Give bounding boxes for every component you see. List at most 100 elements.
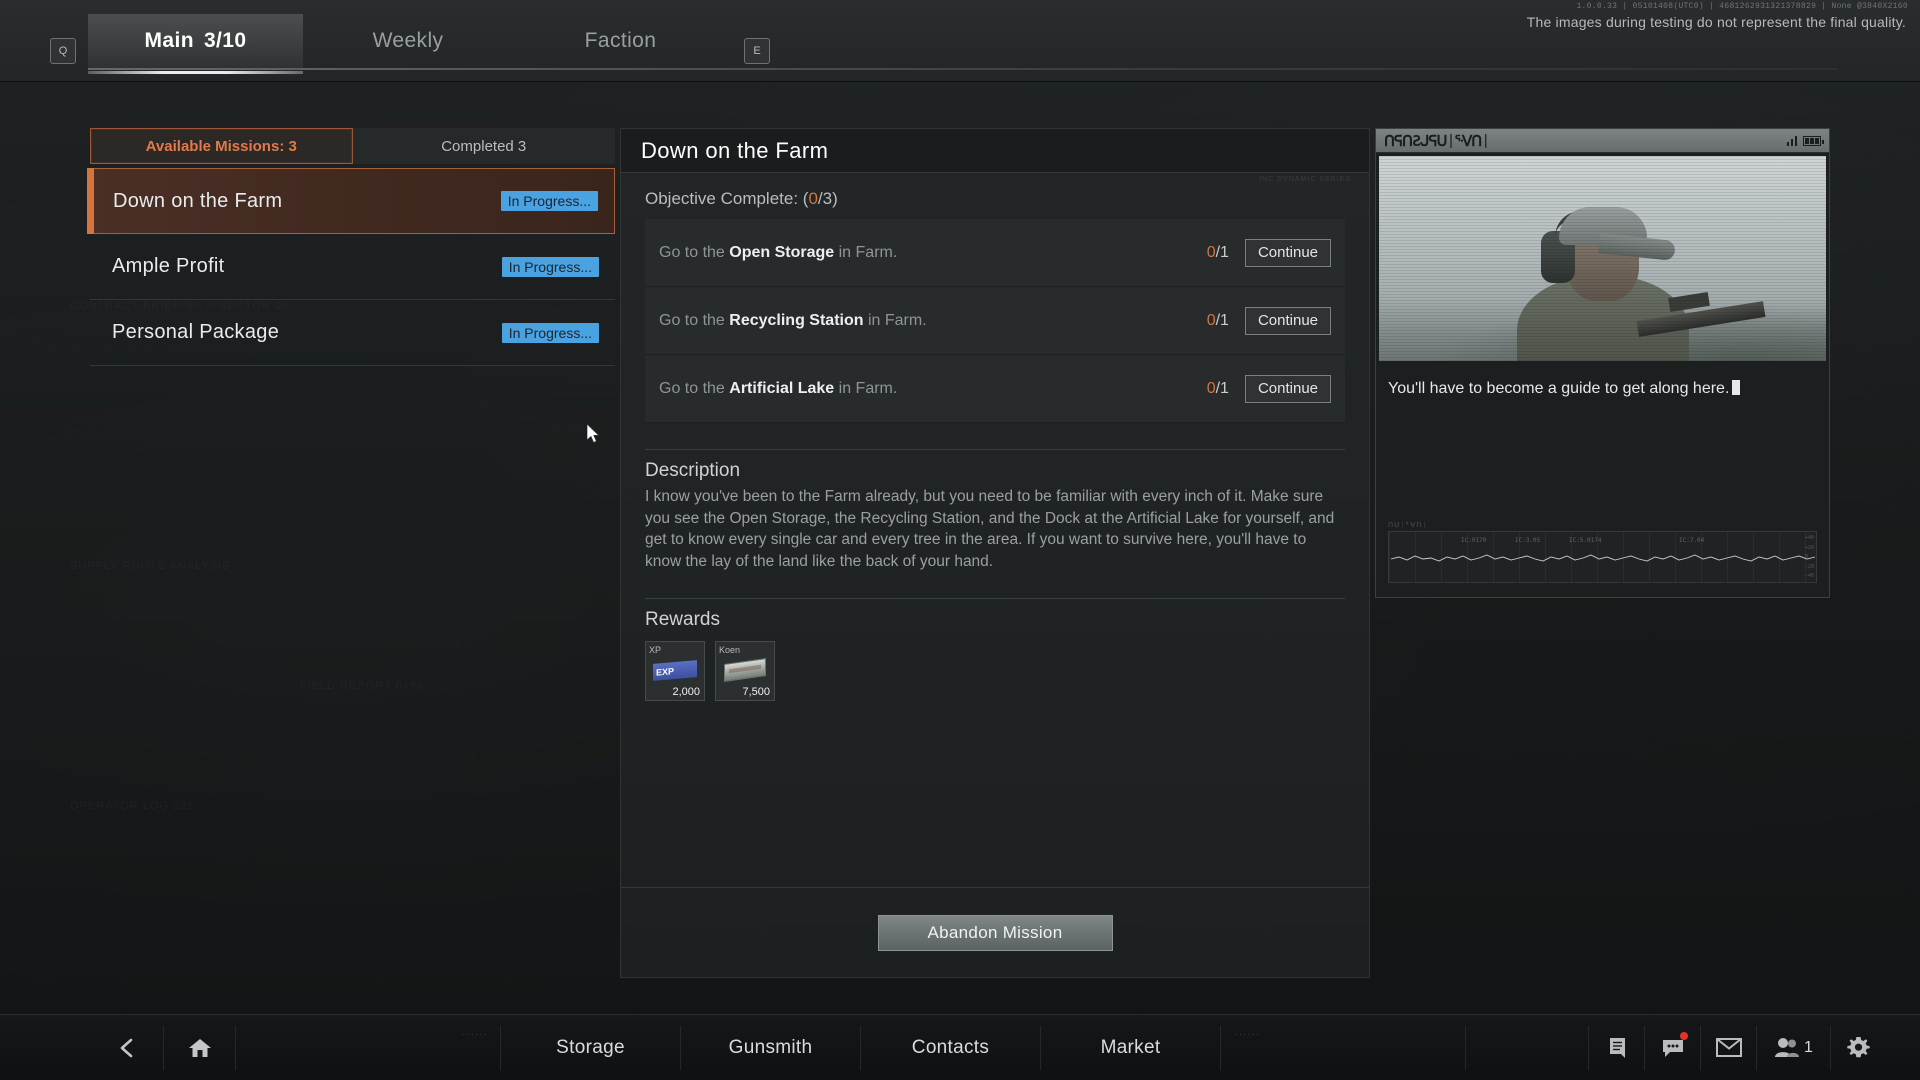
friends-button[interactable]: 1 (1756, 1026, 1830, 1070)
waveform-y-tick: +20 (1805, 545, 1814, 551)
reward-label: XP (649, 645, 701, 655)
section-divider (645, 449, 1345, 450)
objective-suffix: in Farm. (834, 244, 897, 261)
status-badge: In Progress... (502, 257, 599, 277)
mission-name: Down on the Farm (113, 190, 282, 213)
waveform-trace (1389, 532, 1820, 582)
tab-weekly-label: Weekly (373, 29, 444, 53)
mission-detail-body: Objective Complete: (0/3) Go to the Open… (621, 173, 1369, 701)
tab-main-label: Main (145, 29, 194, 53)
bottom-nav-storage[interactable]: Storage (501, 1026, 681, 1070)
objective-progress-total: /1 (1216, 380, 1229, 397)
objective-text: Go to the Recycling Station in Farm. (659, 312, 927, 330)
friends-icon (1774, 1037, 1800, 1058)
waveform-plot: IC:0170 IC:3.05 IC:5.0174 IC:7.04 +40 +2… (1388, 531, 1817, 583)
mission-filter-tabs: Available Missions: 3 Completed 3 (90, 128, 615, 164)
background-ghost-text: FIELD REPORT 0x9A (300, 680, 425, 692)
status-badge: In Progress... (501, 191, 598, 211)
friends-count: 1 (1804, 1039, 1813, 1057)
mission-list-item[interactable]: Personal Package In Progress... (90, 300, 615, 366)
objective-progress-total: /1 (1216, 312, 1229, 329)
objective-text: Go to the Open Storage in Farm. (659, 244, 897, 262)
testing-disclaimer: The images during testing do not represe… (1527, 14, 1906, 30)
settings-gear-icon (1847, 1036, 1870, 1059)
bottom-nav-market[interactable]: Market (1041, 1026, 1221, 1070)
waveform-tick-label: IC:3.05 (1515, 537, 1540, 544)
objective-progress-current: 0 (1207, 244, 1216, 261)
continue-button[interactable]: Continue (1245, 239, 1331, 267)
objective-suffix: in Farm. (864, 312, 927, 329)
text-caret (1732, 380, 1740, 395)
continue-button[interactable]: Continue (1245, 307, 1331, 335)
bottom-nav-contacts[interactable]: Contacts (861, 1026, 1041, 1070)
dialogue-text: You'll have to become a guide to get alo… (1388, 380, 1729, 397)
tab-weekly[interactable]: Weekly (303, 14, 513, 68)
abandon-mission-footer: Abandon Mission (621, 887, 1369, 977)
status-badge: In Progress... (502, 323, 599, 343)
continue-button[interactable]: Continue (1245, 375, 1331, 403)
key-hint-e[interactable]: E (744, 38, 770, 64)
mission-detail-panel: Down on the Farm INC DYNAMIC SERIES Obje… (620, 128, 1370, 978)
chat-icon (1661, 1038, 1685, 1058)
mission-list-item[interactable]: Ample Profit In Progress... (90, 234, 615, 300)
back-arrow-icon (117, 1037, 139, 1059)
objective-progress-total: /1 (1216, 244, 1229, 261)
comms-status-icons (1787, 135, 1822, 146)
dialogue-text-area: You'll have to become a guide to get alo… (1376, 364, 1829, 414)
chat-button[interactable] (1644, 1026, 1700, 1070)
comms-title-glyphs: ᑎᕋᑎƧᒍᕋᑌᛁᕐᐺᑎᛁ (1384, 132, 1489, 150)
mission-list: Down on the Farm In Progress... Ample Pr… (90, 168, 615, 366)
objective-progress: 0/1 (1207, 312, 1229, 330)
reward-value: 2,000 (672, 686, 700, 698)
reward-item-xp[interactable]: XP EXP 2,000 (645, 641, 705, 701)
character-portrait (1379, 156, 1826, 361)
description-title: Description (645, 460, 1345, 482)
rewards-list: XP EXP 2,000 Koen 7,500 (645, 641, 1345, 701)
home-button[interactable] (164, 1026, 236, 1070)
section-divider (645, 598, 1345, 599)
bottom-nav-gunsmith[interactable]: Gunsmith (681, 1026, 861, 1070)
mission-list-item[interactable]: Down on the Farm In Progress... (90, 168, 615, 234)
objective-current-count: 0 (808, 189, 817, 208)
bottom-navigation-bar: ...... Storage Gunsmith Contacts Market … (0, 1014, 1920, 1080)
top-navigation-bar: Q E Main 3/10 Weekly Faction 1.0.0.33 | … (0, 0, 1920, 82)
rewards-title: Rewards (645, 609, 1345, 631)
waveform-tick-label: IC:5.0174 (1569, 537, 1602, 544)
waveform-tick-label: IC:0170 (1461, 537, 1486, 544)
objective-progress: 0/1 (1207, 244, 1229, 262)
objective-list: Go to the Open Storage in Farm. 0/1 Cont… (645, 219, 1345, 423)
abandon-mission-button[interactable]: Abandon Mission (878, 915, 1113, 951)
signal-bars-icon (1787, 135, 1798, 146)
page-title: Down on the Farm (621, 129, 1369, 173)
objective-prefix: Go to the (659, 244, 729, 261)
mail-button[interactable] (1700, 1026, 1756, 1070)
back-button[interactable] (92, 1026, 164, 1070)
waveform-label: ᑎᑌᛁᕐᐺᑎᛁ (1388, 521, 1817, 529)
tab-main-count: 3/10 (204, 29, 246, 53)
filter-completed-missions[interactable]: Completed 3 (353, 128, 616, 164)
bottom-bar-spacer-left: ...... (236, 1026, 501, 1070)
objective-target: Artificial Lake (729, 380, 834, 397)
notes-button[interactable] (1588, 1026, 1644, 1070)
exp-card-icon: EXP (653, 660, 697, 681)
settings-button[interactable] (1830, 1026, 1886, 1070)
mission-name: Personal Package (112, 321, 279, 344)
waveform-y-tick: +40 (1805, 535, 1814, 541)
waveform-y-tick: -40 (1805, 573, 1814, 579)
objective-header-suffix: /3) (818, 189, 838, 208)
description-text: I know you've been to the Farm already, … (645, 486, 1345, 572)
spacer-dots: ...... (1235, 1028, 1453, 1037)
notes-icon (1607, 1037, 1627, 1059)
reward-item-koen[interactable]: Koen 7,500 (715, 641, 775, 701)
key-hint-q[interactable]: Q (50, 38, 76, 64)
background-ghost-text: OPERATOR LOG 221 (70, 800, 194, 812)
tab-main[interactable]: Main 3/10 (88, 14, 303, 68)
filter-available-missions[interactable]: Available Missions: 3 (90, 128, 353, 164)
tab-faction[interactable]: Faction (513, 14, 728, 68)
battery-icon (1803, 136, 1821, 146)
objective-header-prefix: Objective Complete: ( (645, 189, 808, 208)
objective-target: Open Storage (729, 244, 834, 261)
exp-chip-text: EXP (656, 666, 674, 678)
spacer-dots: ...... (463, 1028, 488, 1037)
bottom-bar-icon-group: 1 (1588, 1026, 1920, 1070)
